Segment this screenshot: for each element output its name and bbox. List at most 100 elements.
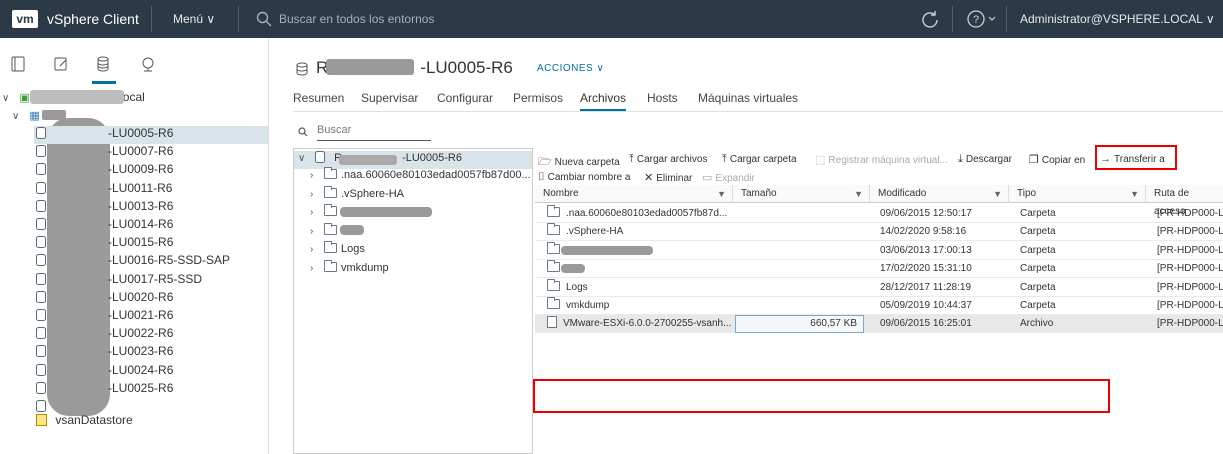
- tree-item-datastore[interactable]: -LU0017-R5-SSD: [36, 272, 202, 290]
- chevron-down-icon: ∨: [1205, 12, 1215, 26]
- folder-tree-item[interactable]: › vmkdump: [294, 259, 532, 280]
- app-title[interactable]: vSphere Client: [47, 11, 139, 27]
- chevron-right-icon[interactable]: ›: [310, 189, 324, 200]
- filter-icon[interactable]: ▼: [717, 185, 726, 203]
- tab-permisos[interactable]: Permisos: [513, 91, 563, 105]
- tree-item-datastore[interactable]: -LU0021-R6: [36, 308, 173, 326]
- datastore-icon: [36, 236, 46, 249]
- cell-type: Carpeta: [1020, 223, 1140, 241]
- folder-tree-item[interactable]: › Logs: [294, 241, 532, 261]
- folder-tree-item[interactable]: › .naa.60060e80103edad0057fb87d00...: [294, 167, 532, 187]
- global-search-input[interactable]: Buscar en todos los entornos: [279, 12, 434, 26]
- tree-item-datastore[interactable]: -LU0025-R6: [36, 381, 173, 399]
- file-row[interactable]: VMware-ESXi-6.0.0-2700255-vsanh... 660,57…: [535, 315, 1223, 334]
- column-header-nombre[interactable]: Nombre ▼: [535, 185, 733, 203]
- file-row[interactable]: .vSphere-HA 14/02/2020 9:58:16 Carpeta [PR-…: [535, 223, 1223, 242]
- tree-item-datastore[interactable]: -LU0007-R6: [36, 144, 173, 162]
- column-header-tamano[interactable]: Tamaño ▼: [733, 185, 870, 203]
- column-label: Tamaño: [741, 188, 777, 199]
- menu-button[interactable]: Menú ∨: [173, 12, 215, 26]
- chevron-right-icon[interactable]: ›: [310, 207, 324, 218]
- cell-text: [PR-HDP000-L: [1157, 208, 1223, 219]
- delete-button[interactable]: ✕ Eliminar: [644, 171, 692, 184]
- column-header-tipo[interactable]: Tipo ▼: [1009, 185, 1146, 203]
- datastore-label: -LU0009-R6: [108, 162, 174, 177]
- vms-templates-icon[interactable]: [53, 56, 75, 78]
- chevron-down-icon[interactable]: ∨: [12, 111, 26, 122]
- file-row[interactable]: 17/02/2020 15:31:10 Carpeta [PR-HDP000-L: [535, 260, 1223, 279]
- tab-archivos[interactable]: Archivos: [580, 91, 626, 105]
- cell-name: Logs: [547, 278, 732, 297]
- filter-icon[interactable]: ▼: [993, 185, 1002, 203]
- copy-to-button[interactable]: ❐ Copiar en: [1029, 153, 1085, 166]
- datastore-icon: [36, 145, 46, 158]
- tree-item-datastore[interactable]: -LU0020-R6: [36, 290, 173, 308]
- filter-icon[interactable]: ▼: [1130, 185, 1139, 203]
- tab-hosts[interactable]: Hosts: [647, 91, 678, 105]
- cell-text: 14/02/2020 9:58:16: [880, 226, 967, 238]
- tree-item-datastore[interactable]: -LU0014-R6: [36, 217, 173, 235]
- upload-folder-button[interactable]: ⤒ Cargar carpeta: [722, 153, 797, 166]
- column-header-modificado[interactable]: Modificado ▼: [870, 185, 1009, 203]
- cell-text: Carpeta: [1020, 281, 1056, 293]
- cell-text: Carpeta: [1020, 226, 1056, 238]
- register-vm-button[interactable]: ⬚ Registrar máquina virtual...: [815, 153, 948, 166]
- tab-maquinas-virtuales[interactable]: Máquinas virtuales: [698, 91, 798, 105]
- chevron-right-icon[interactable]: ›: [310, 244, 324, 255]
- cell-text: .vSphere-HA: [566, 226, 624, 238]
- rename-button[interactable]: ⌷ Cambiar nombre a: [538, 171, 630, 184]
- file-row[interactable]: vmkdump 05/09/2019 10:44:37 Carpeta [PR-HDP…: [535, 297, 1223, 315]
- tree-item-datastore[interactable]: -LU0013-R6: [36, 199, 173, 217]
- tree-item-datastore[interactable]: -LU0024-R6: [36, 363, 173, 381]
- datastore-label: -LU0025-R6: [108, 380, 174, 395]
- divider: [238, 6, 239, 32]
- help-icon: ?: [967, 10, 996, 28]
- user-menu[interactable]: Administrator@VSPHERE.LOCAL ∨: [1020, 12, 1215, 26]
- hosts-clusters-icon[interactable]: [10, 56, 32, 78]
- cell-modified: 28/12/2017 11:28:19: [880, 279, 1009, 297]
- highlight-annotation: [1095, 145, 1177, 170]
- search-icon[interactable]: [256, 11, 272, 27]
- chevron-right-icon[interactable]: ›: [310, 263, 324, 274]
- tree-item-datastore[interactable]: -LU0022-R6: [36, 326, 173, 344]
- tree-item-datastore[interactable]: -LU0011-R6: [36, 181, 172, 199]
- actions-menu[interactable]: ACCIONES ∨: [537, 63, 604, 74]
- chevron-down-icon: ∨: [206, 12, 216, 26]
- cell-text: 660,57 KB: [810, 318, 857, 330]
- tab-configurar[interactable]: Configurar: [437, 91, 493, 105]
- tree-item-datastore[interactable]: -LU0016-R5-SSD-SAP: [36, 253, 230, 271]
- tree-item-datastore[interactable]: [36, 399, 108, 417]
- help-menu[interactable]: ?: [966, 9, 1000, 32]
- tree-datacenter[interactable]: ∨ ▦: [12, 108, 40, 126]
- chevron-down-icon[interactable]: ∨: [2, 93, 16, 104]
- filter-icon[interactable]: ▼: [854, 185, 863, 203]
- cell-modified: 03/06/2013 17:00:13: [880, 242, 1009, 260]
- tree-item-datastore[interactable]: -LU0009-R6: [36, 162, 173, 180]
- tree-item-datastore[interactable]: -LU0005-R6: [34, 126, 268, 144]
- expand-button[interactable]: ▭ Expandir: [702, 171, 755, 184]
- tab-supervisar[interactable]: Supervisar: [361, 91, 418, 105]
- file-row[interactable]: .naa.60060e80103edad0057fb87d... 09/06/20…: [535, 205, 1223, 223]
- datastore-icon: [36, 272, 46, 285]
- folder-tree-item[interactable]: › .vSphere-HA: [294, 185, 532, 206]
- networking-icon[interactable]: [140, 56, 162, 78]
- folder-search-input[interactable]: Buscar: [317, 124, 351, 136]
- tree-item-datastore[interactable]: -LU0023-R6: [36, 344, 173, 362]
- cell-text: [PR-HDP000-L: [1157, 281, 1223, 293]
- storage-icon[interactable]: [95, 56, 117, 78]
- new-folder-button[interactable]: 🗁 Nueva carpeta: [538, 153, 620, 172]
- datastore-label: -LU0011-R6: [108, 180, 173, 195]
- chevron-right-icon[interactable]: ›: [310, 170, 324, 181]
- tree-item-datastore[interactable]: -LU0015-R6: [36, 235, 173, 253]
- vmware-logo: vm: [12, 10, 38, 28]
- download-button[interactable]: ⤓ Descargar: [958, 153, 1012, 166]
- chevron-down-icon[interactable]: ∨: [298, 153, 312, 164]
- folder-icon: [324, 167, 337, 179]
- refresh-icon[interactable]: [920, 9, 940, 29]
- upload-files-button[interactable]: ⤒ Cargar archivos: [629, 153, 707, 166]
- chevron-right-icon[interactable]: ›: [310, 226, 324, 237]
- column-header-ruta[interactable]: Ruta de acceso: [1146, 185, 1223, 217]
- tab-resumen[interactable]: Resumen: [293, 91, 344, 105]
- file-row[interactable]: Logs 28/12/2017 11:28:19 Carpeta [PR-HDP000…: [535, 278, 1223, 297]
- folder-tree-item[interactable]: ›: [294, 222, 532, 243]
